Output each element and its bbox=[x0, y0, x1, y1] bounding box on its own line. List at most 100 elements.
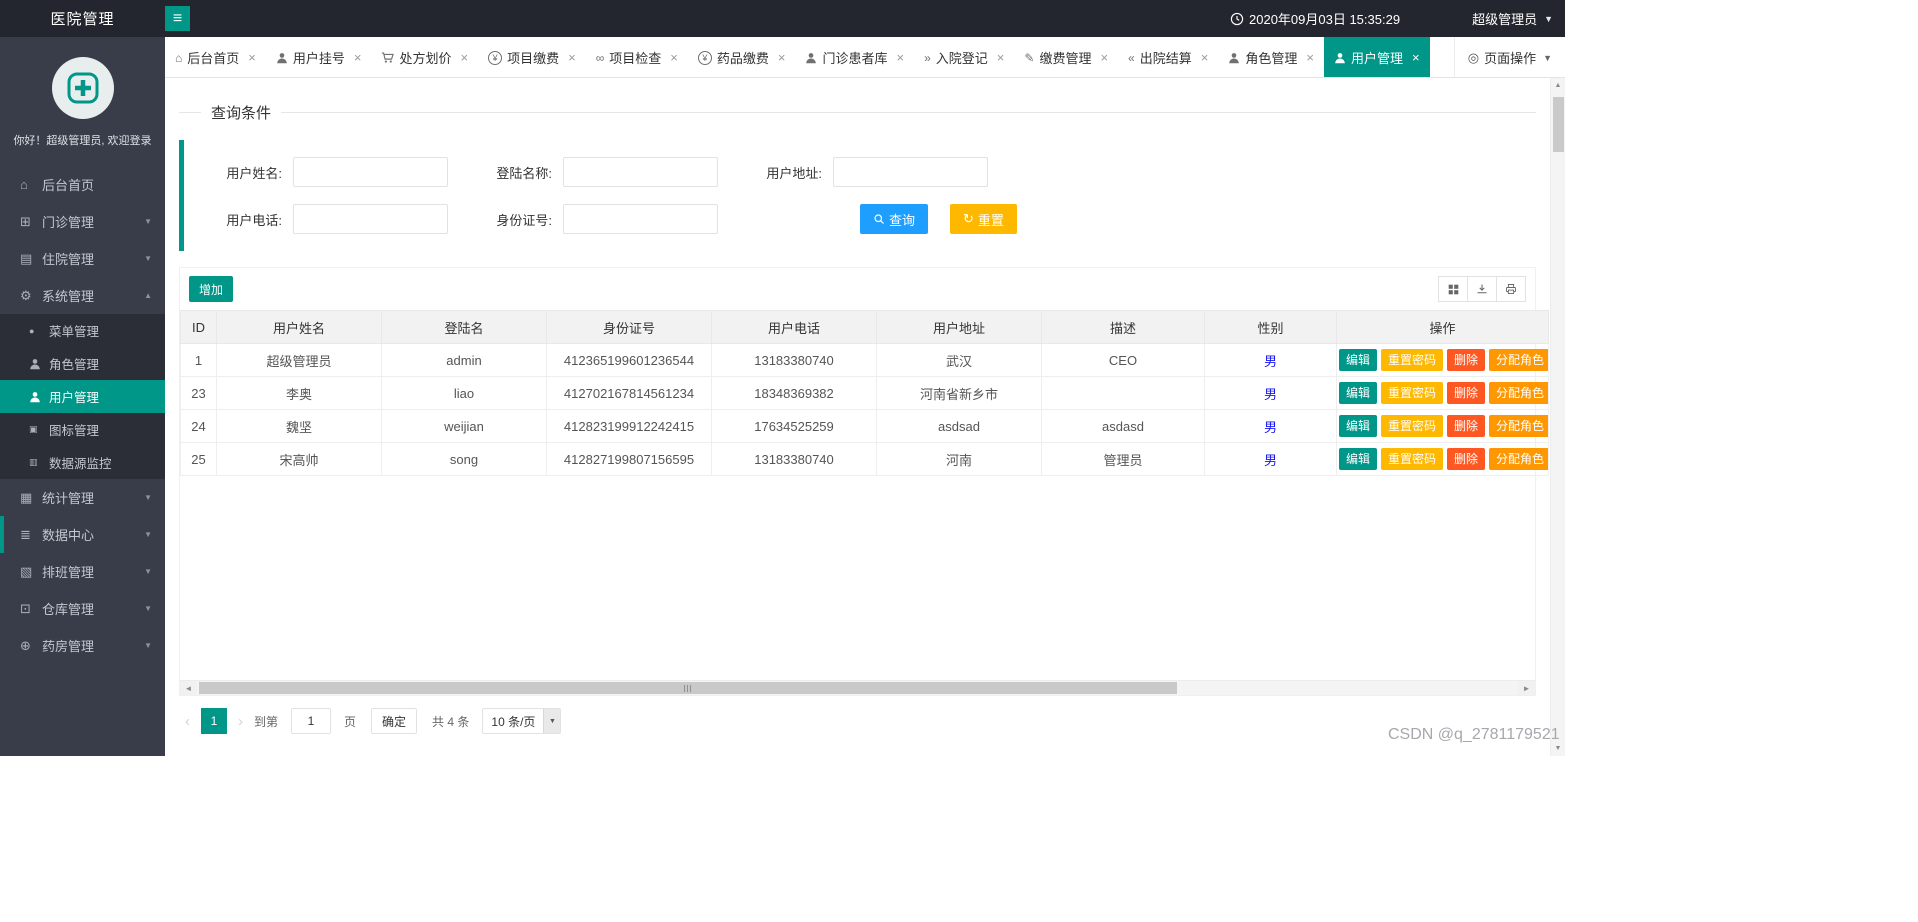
delete-button[interactable]: 删除 bbox=[1447, 349, 1486, 371]
sidebar-item-inpatient[interactable]: ▤ 住院管理 ▼ bbox=[0, 240, 165, 277]
scroll-up-arrow[interactable]: ▲ bbox=[1551, 78, 1565, 93]
col-header-name: 用户姓名 bbox=[216, 310, 382, 344]
goto-page-input[interactable] bbox=[291, 708, 332, 734]
cell-id: 24 bbox=[180, 409, 217, 443]
columns-toggle-button[interactable] bbox=[1438, 276, 1468, 302]
close-icon[interactable]: × bbox=[1412, 51, 1420, 64]
page-size-select[interactable]: 10 条/页 ▼ bbox=[482, 708, 562, 734]
reset-password-button[interactable]: 重置密码 bbox=[1381, 448, 1444, 470]
close-icon[interactable]: × bbox=[568, 51, 576, 64]
sidebar-item-pharmacy[interactable]: ⊕ 药房管理 ▼ bbox=[0, 627, 165, 664]
home-icon: ⌂ bbox=[175, 50, 183, 65]
tab-user-mgmt[interactable]: 用户管理 × bbox=[1323, 37, 1430, 77]
tab-payment-mgmt[interactable]: ✎ 缴费管理 × bbox=[1014, 37, 1118, 77]
user-phone-input[interactable] bbox=[293, 204, 448, 234]
scrollbar-track[interactable] bbox=[197, 681, 1518, 695]
tab-backend-home[interactable]: ⌂ 后台首页 × bbox=[165, 37, 266, 77]
chart-icon: ▦ bbox=[20, 489, 33, 505]
sidebar-item-user-mgmt[interactable]: 用户管理 bbox=[0, 380, 165, 413]
hamburger-menu-button[interactable]: ≡ bbox=[165, 6, 190, 31]
sidebar-item-outpatient[interactable]: ⊞ 门诊管理 ▼ bbox=[0, 203, 165, 240]
tab-item-payment[interactable]: ¥ 项目缴费 × bbox=[478, 37, 586, 77]
sidebar-item-data-center[interactable]: ≣ 数据中心 ▼ bbox=[0, 516, 165, 553]
reset-password-button[interactable]: 重置密码 bbox=[1381, 382, 1444, 404]
chevron-down-icon: ▼ bbox=[144, 604, 152, 613]
scrollbar-thumb[interactable] bbox=[1552, 97, 1564, 152]
reset-password-button[interactable]: 重置密码 bbox=[1381, 415, 1444, 437]
divider bbox=[179, 112, 201, 113]
tab-prescription-pricing[interactable]: 处方划价 × bbox=[371, 37, 478, 77]
close-icon[interactable]: × bbox=[670, 51, 678, 64]
close-icon[interactable]: × bbox=[1306, 51, 1314, 64]
tab-discharge-settle[interactable]: « 出院结算 × bbox=[1118, 37, 1218, 77]
assign-role-button[interactable]: 分配角色 bbox=[1489, 448, 1548, 470]
total-count-label: 共 4 条 bbox=[432, 714, 470, 729]
cell-idcard: 412702167814561234 bbox=[546, 376, 712, 410]
cell-phone: 17634525259 bbox=[711, 409, 877, 443]
prev-page-arrow[interactable]: ‹ bbox=[179, 713, 196, 730]
close-icon[interactable]: × bbox=[778, 51, 786, 64]
hospital-logo-icon bbox=[67, 72, 98, 104]
user-dropdown[interactable]: 超级管理员 ▼ bbox=[1472, 9, 1553, 28]
vertical-scrollbar[interactable]: ▲ ▼ bbox=[1550, 78, 1565, 756]
close-icon[interactable]: × bbox=[248, 51, 256, 64]
close-icon[interactable]: × bbox=[997, 51, 1005, 64]
cell-address: 武汉 bbox=[876, 343, 1042, 377]
delete-button[interactable]: 删除 bbox=[1447, 448, 1486, 470]
sidebar-item-scheduling[interactable]: ▧ 排班管理 ▼ bbox=[0, 553, 165, 590]
tab-item-inspection[interactable]: ∞ 项目检查 × bbox=[586, 37, 688, 77]
assign-role-button[interactable]: 分配角色 bbox=[1489, 415, 1548, 437]
reset-button[interactable]: ↻ 重置 bbox=[950, 204, 1017, 234]
print-button[interactable] bbox=[1496, 276, 1526, 302]
horizontal-scrollbar[interactable]: ◄ ► bbox=[180, 680, 1535, 695]
sidebar-item-role-mgmt[interactable]: 角色管理 bbox=[0, 347, 165, 380]
reset-password-button[interactable]: 重置密码 bbox=[1381, 349, 1444, 371]
sidebar-item-warehouse[interactable]: ⊡ 仓库管理 ▼ bbox=[0, 590, 165, 627]
cell-login: song bbox=[381, 442, 547, 476]
tab-drug-payment[interactable]: ¥ 药品缴费 × bbox=[688, 37, 796, 77]
scrollbar-thumb[interactable] bbox=[199, 682, 1177, 694]
edit-button[interactable]: 编辑 bbox=[1339, 448, 1378, 470]
export-button[interactable] bbox=[1467, 276, 1497, 302]
user-address-input[interactable] bbox=[833, 157, 988, 187]
delete-button[interactable]: 删除 bbox=[1447, 382, 1486, 404]
delete-button[interactable]: 删除 bbox=[1447, 415, 1486, 437]
app-title: 医院管理 bbox=[50, 11, 115, 28]
sidebar-item-datasource-monitor[interactable]: ▥ 数据源监控 bbox=[0, 446, 165, 479]
assign-role-button[interactable]: 分配角色 bbox=[1489, 349, 1548, 371]
page-operations-dropdown[interactable]: ◎ 页面操作 ▼ bbox=[1453, 37, 1565, 77]
search-button[interactable]: 查询 bbox=[860, 204, 929, 234]
sidebar-item-backend-home[interactable]: ⌂ 后台首页 bbox=[0, 166, 165, 203]
sidebar-item-system[interactable]: ⚙ 系统管理 ▲ bbox=[0, 277, 165, 314]
id-card-input[interactable] bbox=[563, 204, 718, 234]
user-name-input[interactable] bbox=[293, 157, 448, 187]
image-icon: ▣ bbox=[29, 424, 38, 434]
goto-suffix-label: 页 bbox=[344, 714, 357, 729]
close-icon[interactable]: × bbox=[1201, 51, 1209, 64]
cell-name: 魏坚 bbox=[216, 409, 382, 443]
tab-user-register[interactable]: 用户挂号 × bbox=[266, 37, 372, 77]
scroll-right-arrow[interactable]: ► bbox=[1518, 681, 1535, 695]
close-icon[interactable]: × bbox=[354, 51, 362, 64]
close-icon[interactable]: × bbox=[896, 51, 904, 64]
warehouse-icon: ⊡ bbox=[20, 600, 31, 616]
edit-button[interactable]: 编辑 bbox=[1339, 415, 1378, 437]
add-user-button[interactable]: 增加 bbox=[189, 276, 234, 302]
tab-admission-register[interactable]: » 入院登记 × bbox=[914, 37, 1014, 77]
edit-button[interactable]: 编辑 bbox=[1339, 382, 1378, 404]
login-name-input[interactable] bbox=[563, 157, 718, 187]
edit-button[interactable]: 编辑 bbox=[1339, 349, 1378, 371]
sidebar-item-menu-mgmt[interactable]: ● 菜单管理 bbox=[0, 314, 165, 347]
current-page-button[interactable]: 1 bbox=[201, 708, 227, 734]
tab-role-mgmt[interactable]: 角色管理 × bbox=[1218, 37, 1324, 77]
scroll-left-arrow[interactable]: ◄ bbox=[180, 681, 197, 695]
sidebar-item-icon-mgmt[interactable]: ▣ 图标管理 bbox=[0, 413, 165, 446]
close-icon[interactable]: × bbox=[1100, 51, 1108, 64]
assign-role-button[interactable]: 分配角色 bbox=[1489, 382, 1548, 404]
sidebar-item-statistics[interactable]: ▦ 统计管理 ▼ bbox=[0, 479, 165, 516]
tab-outpatient-patients[interactable]: 门诊患者库 × bbox=[795, 37, 914, 77]
close-icon[interactable]: × bbox=[460, 51, 468, 64]
next-page-arrow[interactable]: › bbox=[232, 713, 249, 730]
goto-confirm-button[interactable]: 确定 bbox=[371, 708, 418, 734]
topbar: 医院管理 ≡ 2020年09月03日 15:35:29 超级管理员 ▼ bbox=[0, 0, 1565, 37]
